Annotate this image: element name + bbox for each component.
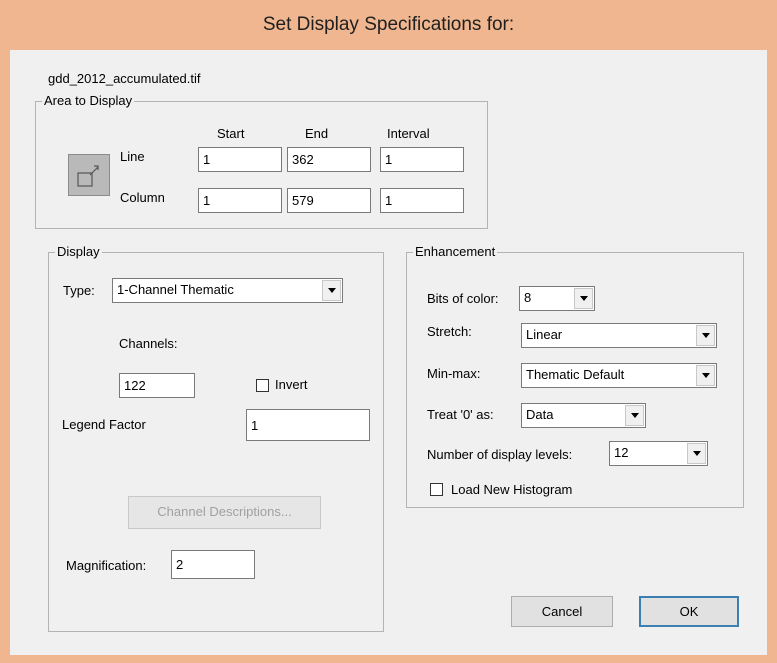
display-levels-value: 12 [614,445,629,460]
stretch-value: Linear [526,327,563,342]
line-start-input[interactable] [198,147,282,172]
min-max-select[interactable]: Thematic Default [521,363,717,388]
interval-header: Interval [387,126,430,141]
min-max-label: Min-max: [427,366,481,381]
type-select[interactable]: 1-Channel Thematic [112,278,343,303]
ok-button[interactable]: OK [639,596,739,627]
enhancement-group: Enhancement Bits of color: 8 Stretch: Li… [406,244,744,508]
column-start-input[interactable] [198,188,282,213]
dialog-title: Set Display Specifications for: [0,0,777,50]
type-label: Type: [63,283,95,298]
stretch-label: Stretch: [427,324,472,339]
column-interval-input[interactable] [380,188,464,213]
chevron-down-icon[interactable] [696,365,715,386]
treat-zero-select[interactable]: Data [521,403,646,428]
display-group: Display Type: 1-Channel Thematic Channel… [48,244,384,632]
bits-of-color-value: 8 [524,290,532,305]
treat-zero-value: Data [526,407,554,422]
magnification-input[interactable] [171,550,255,579]
line-end-input[interactable] [287,147,371,172]
line-interval-input[interactable] [380,147,464,172]
area-to-display-legend: Area to Display [42,93,135,108]
column-label: Column [120,190,165,205]
column-end-input[interactable] [287,188,371,213]
magnification-label: Magnification: [66,558,147,573]
display-levels-label: Number of display levels: [427,447,573,462]
dialog-window: Set Display Specifications for: gdd_2012… [0,0,777,663]
end-header: End [305,126,329,141]
load-histogram-checkbox[interactable] [430,483,443,496]
type-select-value: 1-Channel Thematic [117,282,234,297]
cancel-button[interactable]: Cancel [511,596,613,627]
bits-of-color-select[interactable]: 8 [519,286,595,311]
load-histogram-label: Load New Histogram [451,482,573,497]
chevron-down-icon[interactable] [625,405,644,426]
display-levels-select[interactable]: 12 [609,441,708,466]
bits-of-color-label: Bits of color: [427,291,499,306]
display-legend: Display [55,244,102,259]
legend-factor-input[interactable] [246,409,370,441]
treat-zero-label: Treat '0' as: [427,407,494,422]
area-select-icon[interactable] [68,154,110,196]
area-to-display-group: Area to Display Start End Interval Line … [35,93,488,229]
chevron-down-icon[interactable] [696,325,715,346]
dialog-client-area: gdd_2012_accumulated.tif Area to Display… [10,50,767,655]
line-label: Line [120,149,145,164]
stretch-select[interactable]: Linear [521,323,717,348]
chevron-down-icon[interactable] [574,288,593,309]
enhancement-legend: Enhancement [413,244,498,259]
channel-descriptions-button[interactable]: Channel Descriptions... [128,496,321,529]
invert-checkbox[interactable] [256,379,269,392]
invert-label: Invert [275,377,308,392]
channels-label: Channels: [119,336,178,351]
start-header: Start [217,126,245,141]
chevron-down-icon[interactable] [322,280,341,301]
legend-factor-label: Legend Factor [62,417,146,432]
file-name: gdd_2012_accumulated.tif [48,71,201,86]
chevron-down-icon[interactable] [687,443,706,464]
min-max-value: Thematic Default [526,367,625,382]
channels-input[interactable] [119,373,195,398]
